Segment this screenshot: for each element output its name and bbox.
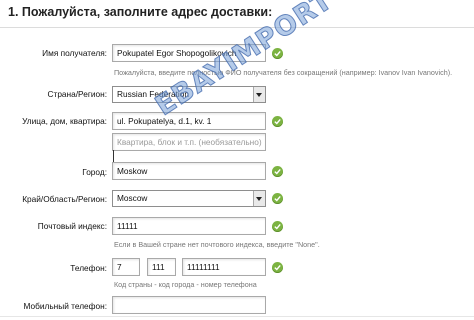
city-input[interactable]: Moskow	[112, 162, 266, 180]
street-label: Улица, дом, квартира:	[22, 116, 107, 126]
recipient-hint: Пожалуйста, введите полностью ФИО получа…	[114, 68, 453, 77]
chevron-down-icon[interactable]	[253, 87, 265, 102]
check-icon	[272, 221, 283, 232]
street-input[interactable]: ul. Pokupatelya, d.1, kv. 1	[112, 112, 266, 130]
street-line2-input[interactable]: Квартира, блок и т.п. (необязательно)	[112, 133, 266, 151]
region-value: Moscow	[117, 193, 148, 203]
country-select[interactable]: Russian Federation	[112, 86, 266, 103]
city-label: Город:	[82, 167, 107, 177]
section-title: 1. Пожалуйста, заполните адрес доставки:	[8, 5, 273, 19]
check-icon	[272, 116, 283, 127]
text-cursor	[113, 150, 114, 162]
country-value: Russian Federation	[117, 89, 189, 99]
postal-hint: Если в Вашей стране нет почтового индекс…	[114, 240, 320, 249]
phone-city-code-input[interactable]: 111	[147, 258, 176, 276]
phone-label: Телефон:	[70, 263, 107, 273]
mobile-input[interactable]	[112, 296, 266, 314]
recipient-label: Имя получателя:	[42, 48, 107, 58]
mobile-label: Мобильный телефон:	[23, 301, 107, 311]
check-icon	[272, 193, 283, 204]
region-label: Край/Область/Регион:	[22, 194, 107, 204]
postal-label: Почтовый индекс:	[37, 221, 107, 231]
region-select[interactable]: Moscow	[112, 190, 266, 207]
recipient-input[interactable]: Pokupatel Egor Shopogolikovich	[112, 44, 266, 62]
chevron-down-icon[interactable]	[253, 191, 265, 206]
postal-input[interactable]: 11111	[112, 217, 266, 235]
check-icon	[272, 166, 283, 177]
phone-hint: Код страны - код города - номер телефона	[114, 280, 257, 289]
phone-country-code-input[interactable]: 7	[112, 258, 140, 276]
divider	[0, 27, 474, 28]
check-icon	[272, 262, 283, 273]
divider	[0, 316, 474, 317]
check-icon	[272, 48, 283, 59]
phone-number-input[interactable]: 11111111	[182, 258, 266, 276]
country-label: Страна/Регион:	[47, 89, 107, 99]
